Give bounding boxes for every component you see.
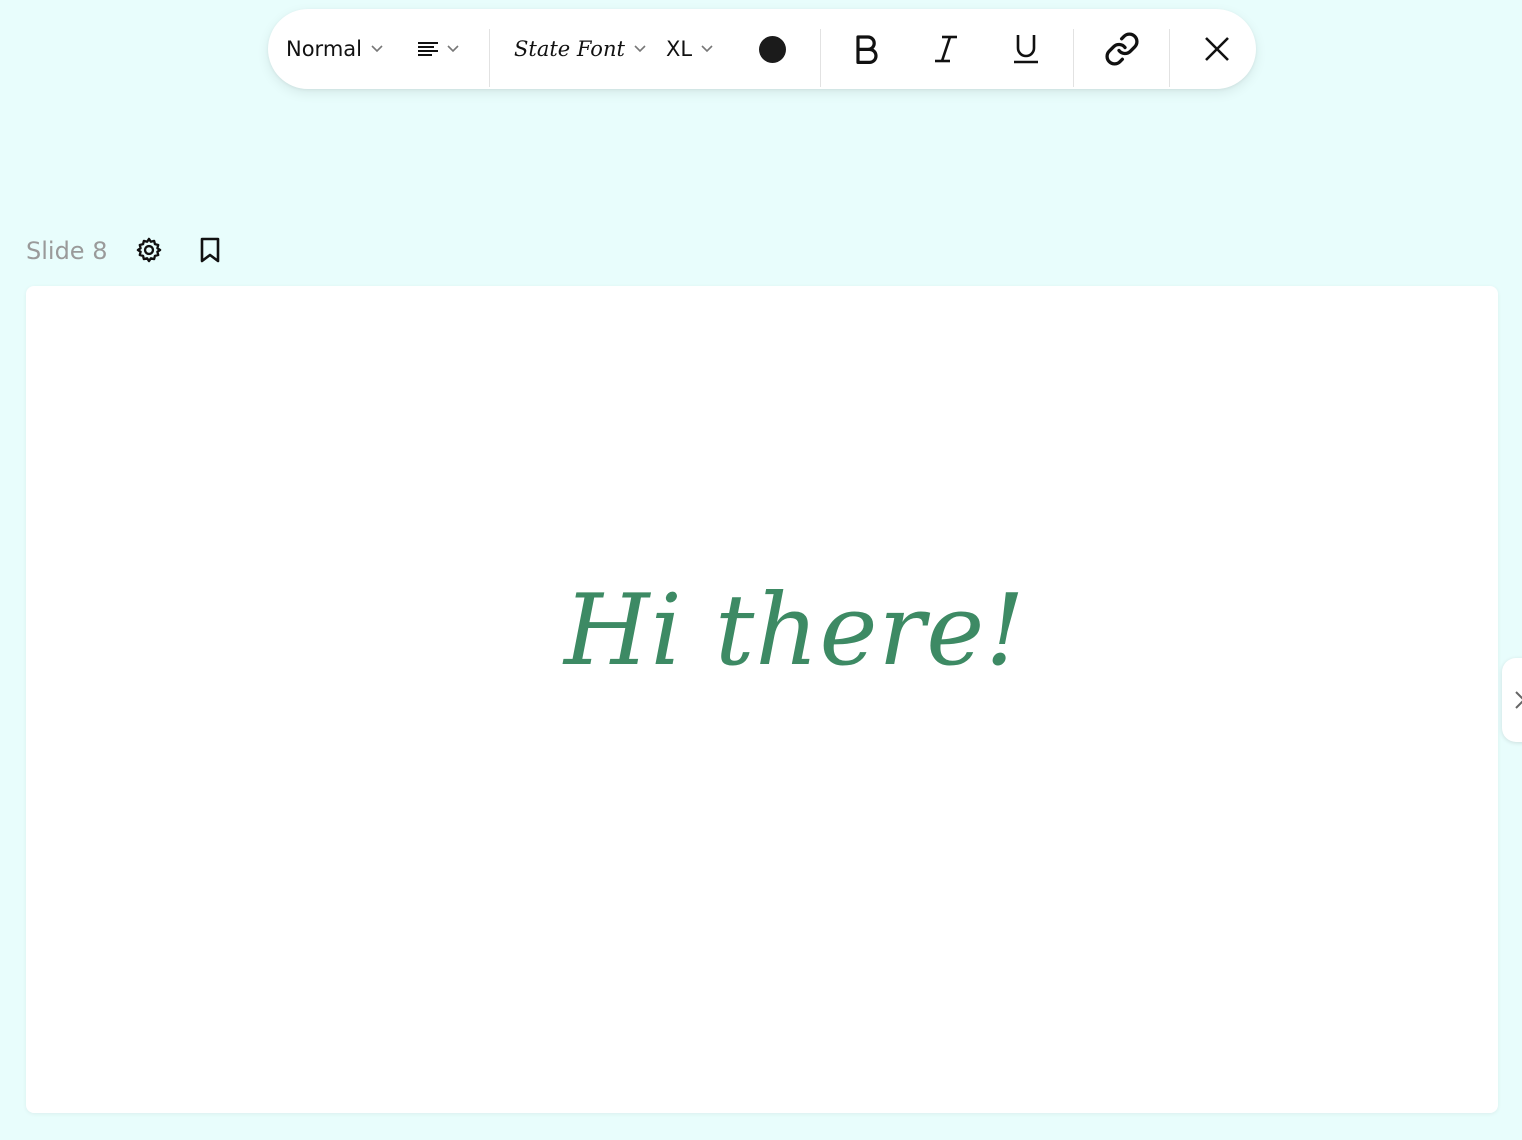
font-size-dropdown[interactable]: XL	[666, 9, 713, 89]
chevron-down-icon	[371, 45, 383, 53]
underline-button[interactable]	[1013, 9, 1039, 89]
close-icon	[1205, 37, 1229, 61]
font-family-label: State Font	[514, 37, 625, 61]
text-color-picker[interactable]	[759, 9, 786, 89]
link-button[interactable]	[1104, 9, 1140, 89]
italic-button[interactable]	[933, 9, 959, 89]
slide-bookmark-button[interactable]	[199, 236, 221, 268]
bookmark-icon	[200, 237, 220, 263]
toolbar-divider	[820, 29, 821, 87]
toolbar-divider	[1169, 29, 1170, 87]
next-slide-button[interactable]	[1502, 658, 1522, 742]
bold-button[interactable]	[854, 9, 880, 89]
text-color-swatch	[759, 35, 786, 63]
slide-canvas[interactable]: Hi there!	[26, 286, 1498, 1113]
toolbar-divider	[1073, 29, 1074, 87]
link-icon	[1105, 32, 1139, 66]
slide-text-box[interactable]: Hi there!	[564, 574, 1026, 688]
chevron-right-icon	[1515, 691, 1522, 709]
chevron-down-icon	[634, 45, 646, 53]
toolbar-divider	[489, 29, 490, 87]
text-style-dropdown[interactable]: Normal	[286, 9, 383, 89]
slide-settings-button[interactable]	[135, 236, 163, 268]
font-size-label: XL	[666, 37, 693, 61]
italic-icon	[935, 35, 957, 63]
bold-icon	[856, 35, 878, 64]
underline-icon	[1014, 35, 1038, 64]
gear-icon	[136, 237, 162, 263]
text-style-label: Normal	[286, 37, 362, 61]
chevron-down-icon	[701, 45, 713, 53]
font-family-dropdown[interactable]: State Font	[514, 9, 646, 89]
chevron-down-icon	[447, 45, 459, 53]
slide-title: Slide 8	[26, 237, 108, 265]
close-toolbar-button[interactable]	[1204, 9, 1230, 89]
text-formatting-toolbar: Normal State Font XL	[268, 9, 1256, 89]
align-left-icon	[418, 42, 438, 56]
slide-header: Slide 8	[26, 232, 107, 270]
alignment-dropdown[interactable]	[418, 9, 459, 89]
